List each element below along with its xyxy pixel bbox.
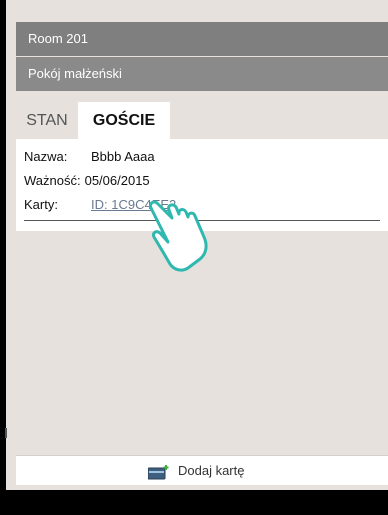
add-card-content: Dodaj kartę — [148, 461, 244, 481]
tab-stan[interactable]: STAN — [16, 102, 78, 139]
add-card-button[interactable]: Dodaj kartę — [16, 455, 388, 485]
tab-goscie[interactable]: GOŚCIE — [78, 102, 170, 139]
guest-cards-label: Karty: — [24, 197, 58, 212]
guest-validity-value: 05/06/2015 — [84, 173, 150, 188]
card-plus-icon — [148, 464, 170, 480]
guest-validity-label: Ważność: — [24, 173, 81, 188]
room-type-bar: Pokój małżeński — [16, 57, 388, 91]
guest-name-row: Nazwa: Bbbb Aaaa — [24, 147, 155, 167]
guest-validity-row: Ważność: 05/06/2015 — [24, 171, 150, 191]
room-title-bar: Room 201 — [16, 22, 388, 56]
guest-name-value: Bbbb Aaaa — [91, 149, 155, 164]
add-card-label: Dodaj kartę — [178, 463, 245, 478]
edge-marker — [5, 428, 7, 438]
guest-name-label: Nazwa: — [24, 149, 68, 164]
pointing-hand-icon — [148, 196, 214, 272]
